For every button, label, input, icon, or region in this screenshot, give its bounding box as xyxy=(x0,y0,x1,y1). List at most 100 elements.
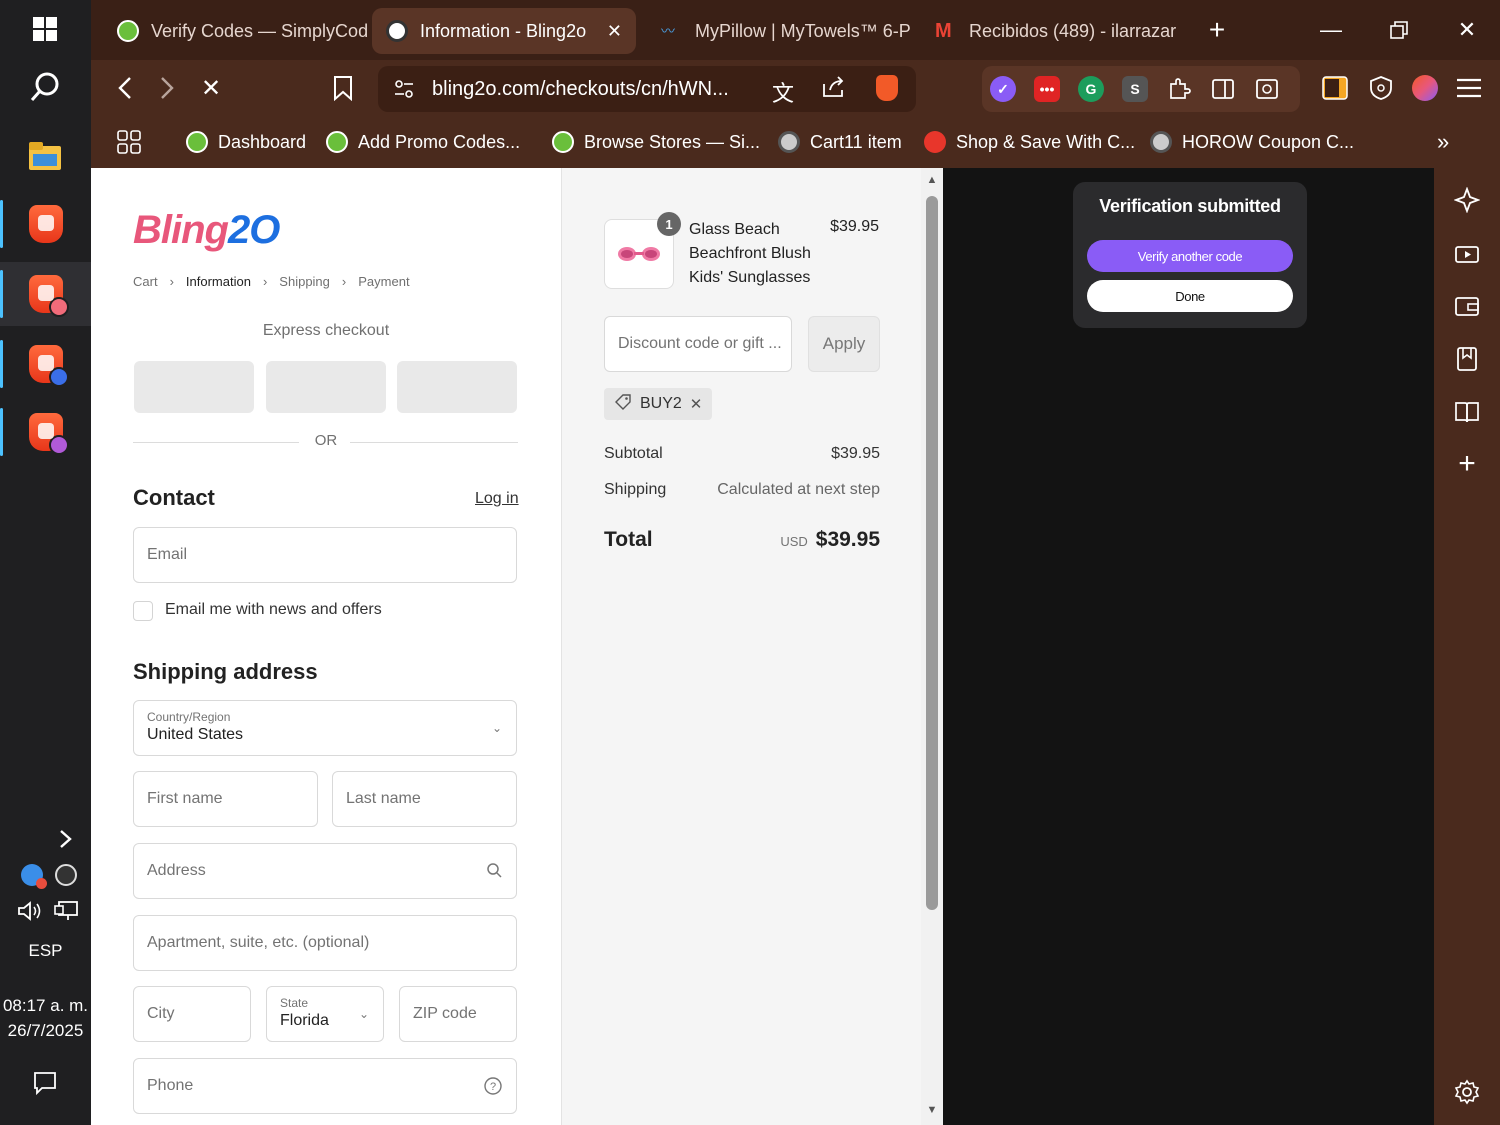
tab-bling2o[interactable]: Information - Bling2o ✕ xyxy=(372,8,636,54)
clock-time[interactable]: 08:17 a. m. xyxy=(0,996,91,1016)
scrollbar-thumb[interactable] xyxy=(926,196,938,910)
forward-icon[interactable] xyxy=(149,70,185,106)
chevron-right-icon: › xyxy=(341,274,347,289)
tab-simplycodes[interactable]: Verify Codes — SimplyCod xyxy=(103,8,367,54)
grammarly-extension-icon[interactable]: G xyxy=(1078,76,1104,102)
close-tab-icon[interactable]: ✕ xyxy=(595,21,622,42)
shipping-row: Shipping Calculated at next step xyxy=(604,481,880,499)
restore-icon[interactable] xyxy=(1379,12,1419,48)
express-pay-button-2[interactable] xyxy=(266,361,386,413)
express-pay-button-3[interactable] xyxy=(397,361,517,413)
scroll-up-icon[interactable]: ▲ xyxy=(921,174,943,186)
playlist-icon[interactable] xyxy=(1451,238,1483,270)
language-indicator[interactable]: ESP xyxy=(0,941,91,961)
apps-grid-icon[interactable] xyxy=(117,128,141,156)
newsletter-checkbox[interactable] xyxy=(133,601,153,621)
file-explorer-icon[interactable] xyxy=(22,133,68,179)
shipping-address-heading: Shipping address xyxy=(133,659,318,684)
contact-heading: Contact xyxy=(133,485,215,510)
bookmarks-panel-icon[interactable] xyxy=(1451,343,1483,375)
rewards-icon[interactable] xyxy=(1407,70,1443,106)
apply-button[interactable]: Apply xyxy=(808,316,880,372)
bookmark-icon[interactable] xyxy=(325,70,361,106)
bookmark-dashboard[interactable]: Dashboard xyxy=(186,128,306,156)
taskbar-brave-profile-2-icon[interactable] xyxy=(0,332,91,396)
leo-ai-icon[interactable] xyxy=(1451,184,1483,216)
menu-icon[interactable] xyxy=(1451,70,1487,106)
sidebar-toggle-icon[interactable] xyxy=(1210,76,1236,102)
share-icon[interactable] xyxy=(822,76,846,103)
country-select[interactable]: Country/Region United States ⌄ xyxy=(133,700,517,756)
more-bookmarks-icon[interactable]: » xyxy=(1437,128,1449,156)
total-currency: USD xyxy=(780,534,808,549)
phone-field[interactable]: Phone ? xyxy=(133,1058,517,1114)
wallet-icon[interactable] xyxy=(1451,290,1483,322)
url-text[interactable]: bling2o.com/checkouts/cn/hWN... xyxy=(432,78,729,101)
bookmarks-bar: Dashboard Add Promo Codes... Browse Stor… xyxy=(91,116,1500,168)
express-pay-button-1[interactable] xyxy=(134,361,254,413)
breadcrumb-cart[interactable]: Cart xyxy=(133,274,158,289)
remove-discount-icon[interactable]: ✕ xyxy=(690,395,703,413)
close-window-icon[interactable]: ✕ xyxy=(1447,12,1487,48)
apartment-field[interactable]: Apartment, suite, etc. (optional) xyxy=(133,915,517,971)
new-tab-icon[interactable]: + xyxy=(1197,12,1237,48)
extensions-group: ✓ ••• G S xyxy=(982,66,1300,112)
gear-icon[interactable] xyxy=(1451,1076,1483,1108)
last-name-field[interactable]: Last name xyxy=(332,771,517,827)
password-extension-icon[interactable]: ••• xyxy=(1034,76,1060,102)
brave-shields-icon[interactable] xyxy=(876,75,898,101)
discount-code-input[interactable]: Discount code or gift ... xyxy=(604,316,792,372)
minimize-icon[interactable]: — xyxy=(1311,12,1351,48)
reading-list-icon[interactable] xyxy=(1451,396,1483,428)
bookmark-cart[interactable]: Cart11 item xyxy=(778,128,902,156)
chevron-down-icon: ⌄ xyxy=(358,1007,369,1021)
log-in-link[interactable]: Log in xyxy=(475,490,519,508)
clock-date[interactable]: 26/7/2025 xyxy=(0,1021,91,1041)
chevron-down-icon: ⌄ xyxy=(491,721,502,735)
stop-loading-icon[interactable]: ✕ xyxy=(193,70,229,106)
bookmark-add-promo-codes[interactable]: Add Promo Codes... xyxy=(326,128,520,156)
breadcrumb: Cart › Information › Shipping › Payment xyxy=(133,274,410,289)
notifications-icon[interactable] xyxy=(22,1060,68,1106)
site-settings-icon[interactable] xyxy=(394,80,414,98)
address-bar[interactable]: bling2o.com/checkouts/cn/hWN... 文 xyxy=(378,66,916,112)
address-field[interactable]: Address xyxy=(133,843,517,899)
search-icon[interactable] xyxy=(22,64,68,110)
scroll-down-icon[interactable]: ▼ xyxy=(921,1104,943,1116)
s-extension-icon[interactable]: S xyxy=(1122,76,1148,102)
windows-taskbar: ESP 08:17 a. m. 26/7/2025 xyxy=(0,0,91,1125)
done-button[interactable]: Done xyxy=(1087,280,1293,312)
page-scrollbar[interactable]: ▲ ▼ xyxy=(921,168,943,1125)
mypillow-favicon-icon: 〰 xyxy=(661,23,675,39)
windows-start-icon[interactable] xyxy=(22,6,68,52)
vpn-shield-icon[interactable] xyxy=(1363,70,1399,106)
zip-code-field[interactable]: ZIP code xyxy=(399,986,517,1042)
bookmark-browse-stores[interactable]: Browse Stores — Si... xyxy=(552,128,760,156)
city-field[interactable]: City xyxy=(133,986,251,1042)
extensions-puzzle-icon[interactable] xyxy=(1166,76,1192,102)
translate-icon[interactable]: 文 xyxy=(772,76,794,108)
simplycodes-extension-icon[interactable]: ✓ xyxy=(990,76,1016,102)
simplycodes-favicon-icon xyxy=(117,20,139,42)
taskbar-brave-profile-3-icon[interactable] xyxy=(0,400,91,464)
taskbar-brave-profile-icon[interactable] xyxy=(0,262,91,326)
taskbar-brave-icon[interactable] xyxy=(0,192,91,256)
sunglasses-image xyxy=(618,247,660,261)
add-panel-icon[interactable]: + xyxy=(1451,447,1483,480)
verify-another-code-button[interactable]: Verify another code xyxy=(1087,240,1293,272)
email-field[interactable]: Email xyxy=(133,527,517,583)
network-icon[interactable] xyxy=(44,888,88,934)
applied-discount-tag: BUY2 ✕ xyxy=(604,388,713,420)
first-name-field[interactable]: First name xyxy=(133,771,318,827)
state-select[interactable]: State Florida ⌄ xyxy=(266,986,384,1042)
reader-mode-icon[interactable] xyxy=(1254,76,1280,102)
leo-sidebar-icon[interactable] xyxy=(1317,70,1353,106)
bookmark-shop-and-save[interactable]: Shop & Save With C... xyxy=(924,128,1135,156)
help-icon[interactable]: ? xyxy=(484,1077,502,1100)
bookmark-horow-coupon[interactable]: HOROW Coupon C... xyxy=(1150,128,1354,156)
tab-mypillow[interactable]: 〰 MyPillow | MyTowels™ 6-P xyxy=(647,8,911,54)
bling2o-logo[interactable]: Bling2O xyxy=(133,208,280,253)
tab-gmail[interactable]: M Recibidos (489) - ilarrazar xyxy=(921,8,1185,54)
back-icon[interactable] xyxy=(107,70,143,106)
verification-popup: Verification submitted Verify another co… xyxy=(1073,182,1307,328)
